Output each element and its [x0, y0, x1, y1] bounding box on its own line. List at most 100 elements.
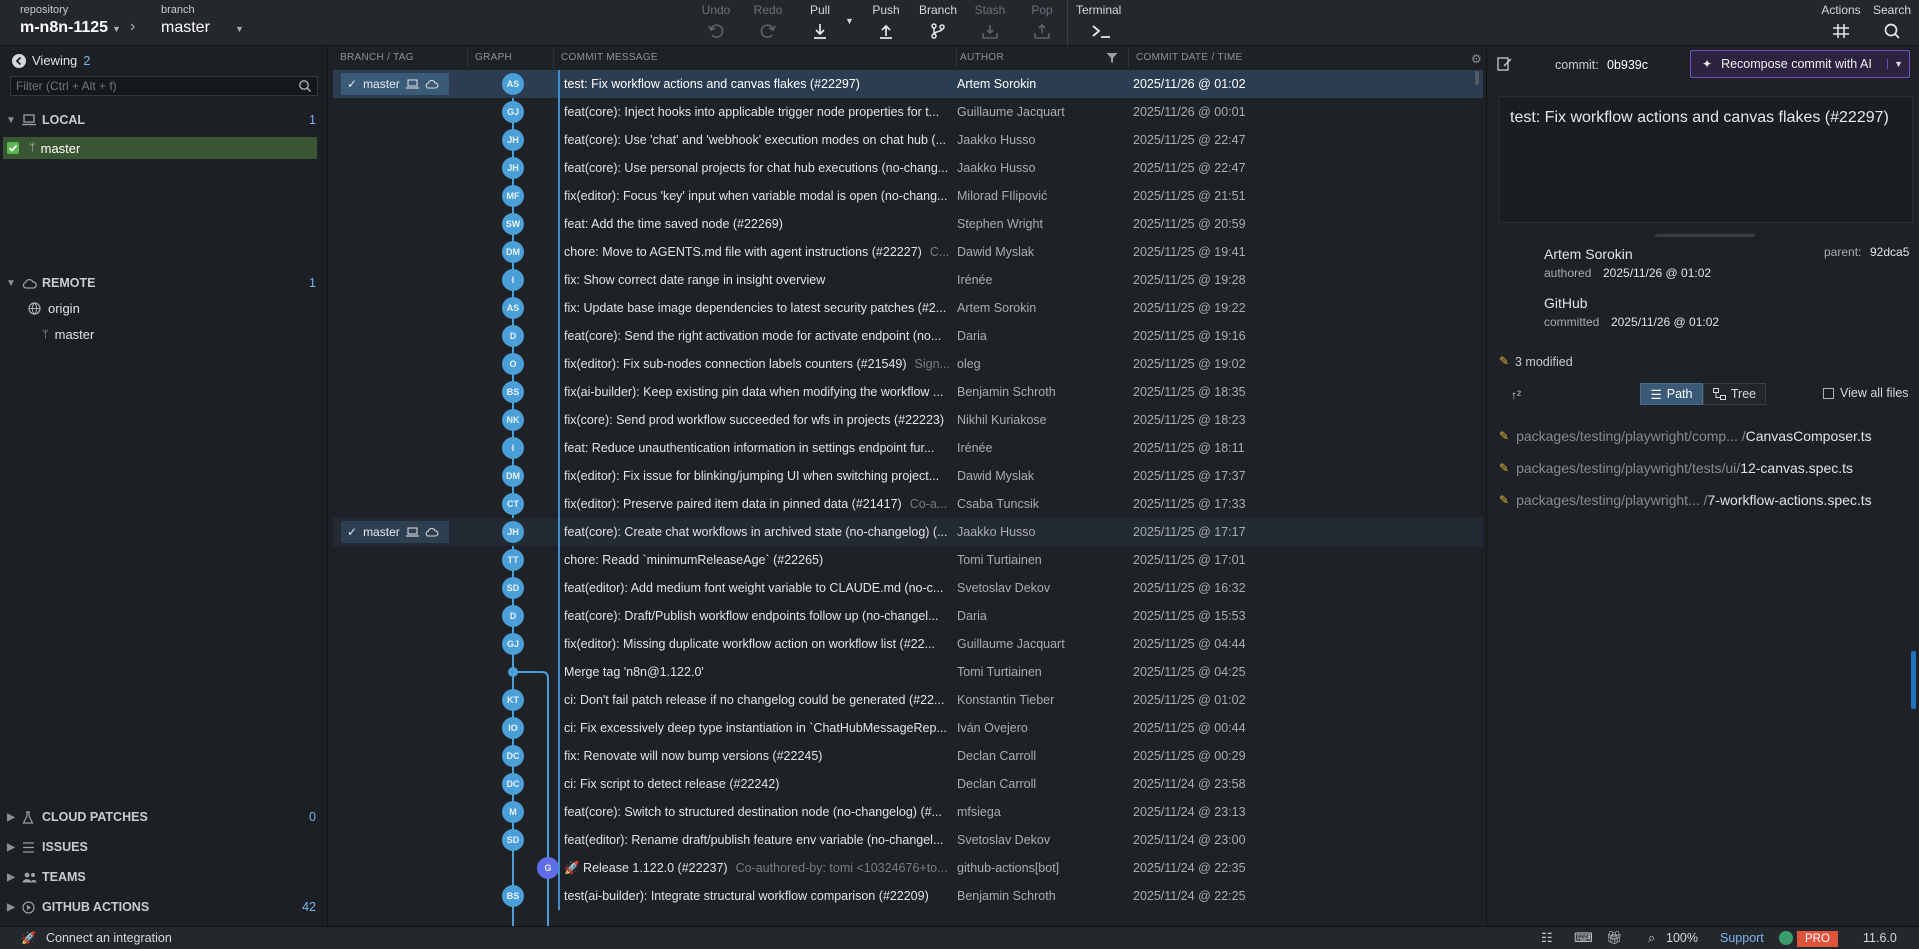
gift-icon[interactable]: 🎁︎: [1606, 930, 1623, 946]
pro-badge[interactable]: PRO: [1797, 931, 1838, 947]
commit-avatar[interactable]: JH: [502, 157, 524, 179]
graph-scrollbar[interactable]: [1475, 71, 1481, 926]
push-button[interactable]: Push: [862, 0, 910, 46]
commit-row[interactable]: CT fix(editor): Preserve paired item data…: [333, 490, 1483, 518]
commit-row[interactable]: BS test(ai-builder): Integrate structural…: [333, 882, 1483, 910]
commit-row[interactable]: SW feat: Add the time saved node (#22269)…: [333, 210, 1483, 238]
filter-icon[interactable]: [1106, 52, 1118, 64]
commit-avatar[interactable]: SD: [502, 577, 524, 599]
commit-row[interactable]: SD feat(editor): Rename draft/publish fea…: [333, 826, 1483, 854]
commit-avatar[interactable]: NK: [502, 409, 524, 431]
commit-row[interactable]: BS fix(ai-builder): Keep existing pin dat…: [333, 378, 1483, 406]
commit-sha[interactable]: 0b939c: [1607, 58, 1648, 72]
branch-label-master[interactable]: ✓ master: [341, 73, 449, 95]
sort-icon[interactable]: ↑²: [1511, 388, 1521, 402]
view-all-files-checkbox[interactable]: [1823, 388, 1834, 399]
col-header-graph[interactable]: GRAPH: [468, 47, 554, 69]
commit-avatar[interactable]: DM: [502, 241, 524, 263]
zoom-icon[interactable]: ⌕: [1648, 930, 1655, 946]
commit-row[interactable]: IO ci: Fix excessively deep type instanti…: [333, 714, 1483, 742]
recompose-with-ai-button[interactable]: ✦ Recompose commit with AI ▼: [1690, 50, 1910, 78]
commit-row[interactable]: ✓ master JH feat(core): Create chat workflo…: [333, 518, 1483, 546]
commit-row[interactable]: Mfeat(core): Switch to structured destin…: [333, 798, 1483, 826]
commit-row[interactable]: Ifeat: Reduce unauthentication informati…: [333, 434, 1483, 462]
graph-scrollbar-thumb[interactable]: [1475, 71, 1479, 85]
commit-avatar[interactable]: MF: [502, 185, 524, 207]
edit-commit-icon[interactable]: [1497, 56, 1513, 72]
tree-view-button[interactable]: Tree: [1703, 383, 1766, 405]
commit-row[interactable]: Merge tag 'n8n@1.122.0' Tomi Turtiainen 20…: [333, 658, 1483, 686]
branch-selector[interactable]: master: [161, 19, 210, 37]
commit-row[interactable]: GJ fix(editor): Missing duplicate workflo…: [333, 630, 1483, 658]
commit-avatar[interactable]: BS: [502, 381, 524, 403]
commit-avatar[interactable]: DC: [502, 745, 524, 767]
commit-avatar[interactable]: JH: [502, 521, 524, 543]
commit-avatar[interactable]: SW: [502, 213, 524, 235]
commit-row[interactable]: JH feat(core): Use personal projects for …: [333, 154, 1483, 182]
commit-row[interactable]: DC ci: Fix script to detect release (#222…: [333, 770, 1483, 798]
col-header-branch-tag[interactable]: BRANCH / TAG: [333, 47, 468, 69]
changed-file-row[interactable]: ✎ packages/testing/playwright/tests/ui/12…: [1499, 457, 1853, 479]
terminal-button[interactable]: Terminal: [1072, 0, 1130, 46]
search-icon[interactable]: [298, 79, 312, 93]
changed-file-row[interactable]: ✎ packages/testing/playwright/comp... / Ca…: [1499, 425, 1872, 447]
undo-button[interactable]: Undo: [692, 0, 740, 46]
commit-row[interactable]: NK fix(core): Send prod workflow succeede…: [333, 406, 1483, 434]
local-section-header[interactable]: ▼ LOCAL 1: [0, 106, 328, 134]
commit-row[interactable]: AS fix: Update base image dependencies to…: [333, 294, 1483, 322]
commit-row[interactable]: TT chore: Readd `minimumReleaseAge` (#222…: [333, 546, 1483, 574]
path-view-button[interactable]: ☰ Path: [1640, 383, 1703, 405]
remote-branch-master[interactable]: ᛘ master: [42, 327, 94, 342]
commit-row[interactable]: SD feat(editor): Add medium font weight v…: [333, 574, 1483, 602]
commit-row[interactable]: Dfeat(core): Send the right activation m…: [333, 322, 1483, 350]
redo-button[interactable]: Redo: [744, 0, 792, 46]
remote-section-header[interactable]: ▼ REMOTE 1: [0, 269, 328, 297]
commit-avatar[interactable]: GJ: [502, 633, 524, 655]
zoom-level[interactable]: 100%: [1666, 931, 1698, 945]
resize-handle[interactable]: [1655, 234, 1755, 237]
commit-avatar[interactable]: M: [502, 801, 524, 823]
commit-row[interactable]: DM fix(editor): Fix issue for blinking/ju…: [333, 462, 1483, 490]
search-button[interactable]: Search: [1868, 0, 1916, 46]
commit-avatar[interactable]: D: [502, 325, 524, 347]
commit-avatar[interactable]: DC: [502, 773, 524, 795]
remote-origin[interactable]: origin: [28, 301, 80, 316]
commit-avatar[interactable]: [508, 667, 518, 677]
branch-label-master[interactable]: ✓ master: [341, 521, 449, 543]
parent-sha[interactable]: 92dca5: [1870, 245, 1909, 259]
commit-avatar[interactable]: O: [502, 353, 524, 375]
detail-scrollbar-thumb[interactable]: [1911, 651, 1916, 709]
commit-avatar[interactable]: I: [502, 437, 524, 459]
commit-avatar[interactable]: DM: [502, 465, 524, 487]
commit-avatar[interactable]: AS: [502, 73, 524, 95]
commit-avatar[interactable]: CT: [502, 493, 524, 515]
local-branch-master[interactable]: ᛘ master: [3, 137, 317, 159]
github-actions-section-header[interactable]: ▶ GITHUB ACTIONS 42: [0, 893, 328, 921]
checkbox-checked-icon[interactable]: [7, 142, 19, 154]
stash-button[interactable]: Stash: [966, 0, 1014, 46]
commit-row[interactable]: GJ feat(core): Inject hooks into applicab…: [333, 98, 1483, 126]
keyboard-icon[interactable]: ⌨: [1574, 930, 1593, 946]
viewing-indicator[interactable]: Viewing 2: [12, 53, 91, 68]
actions-button[interactable]: Actions: [1817, 0, 1865, 46]
commit-avatar[interactable]: SD: [502, 829, 524, 851]
commit-avatar[interactable]: KT: [502, 689, 524, 711]
list-view-icon[interactable]: ☷: [1541, 930, 1553, 946]
repo-selector[interactable]: m-n8n-1125: [20, 19, 108, 37]
commit-row[interactable]: MF fix(editor): Focus 'key' input when va…: [333, 182, 1483, 210]
col-header-author[interactable]: AUTHOR: [953, 47, 1129, 69]
commit-avatar[interactable]: TT: [502, 549, 524, 571]
pop-button[interactable]: Pop: [1018, 0, 1066, 46]
commit-avatar[interactable]: IO: [502, 717, 524, 739]
commit-avatar[interactable]: JH: [502, 129, 524, 151]
commit-row[interactable]: KT ci: Don't fail patch release if no cha…: [333, 686, 1483, 714]
commit-avatar[interactable]: BS: [502, 885, 524, 907]
pull-button[interactable]: Pull: [796, 0, 844, 46]
commit-message-box[interactable]: test: Fix workflow actions and canvas fl…: [1499, 96, 1913, 223]
support-link[interactable]: Support: [1720, 931, 1764, 945]
commit-row[interactable]: G 🚀 Release 1.122.0 (#22237) Co-authored-b…: [333, 854, 1483, 882]
caret-down-icon[interactable]: ▼: [1887, 59, 1903, 69]
issues-section-header[interactable]: ▶ ISSUES: [0, 833, 328, 861]
connect-integration-link[interactable]: Connect an integration: [46, 931, 172, 945]
caret-down-icon[interactable]: ▼: [235, 24, 244, 34]
